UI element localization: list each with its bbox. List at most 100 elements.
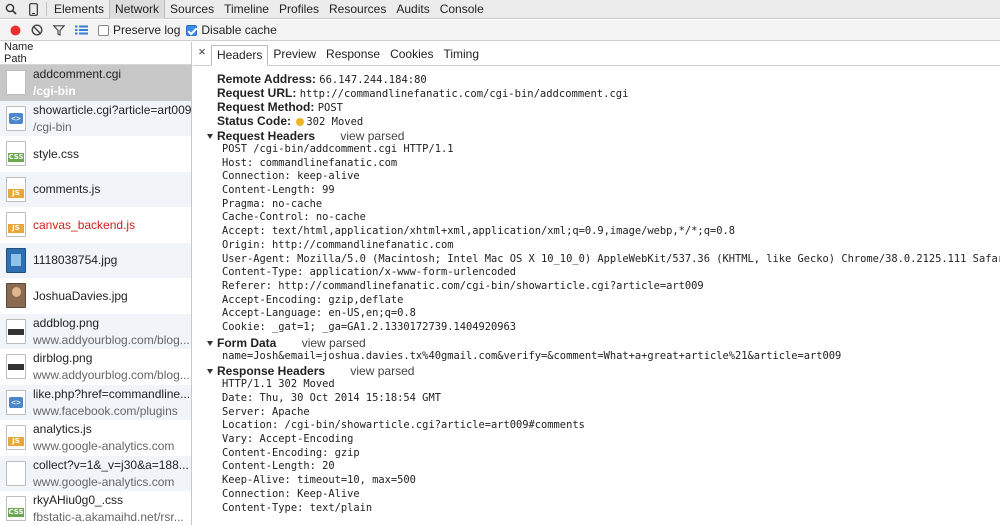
response-header-line: Server: Apache xyxy=(222,405,310,418)
request-name: dirblog.png xyxy=(33,351,93,366)
tab-response[interactable]: Response xyxy=(321,45,385,65)
request-name: 1118038754.jpg xyxy=(33,253,118,268)
request-row[interactable]: addblog.png www.addyourblog.com/blog... xyxy=(0,313,191,349)
request-name: analytics.js xyxy=(33,422,92,437)
image-thumbnail-icon xyxy=(6,354,26,380)
tab-console[interactable]: Console xyxy=(435,0,489,19)
request-name: collect?v=1&_v=j30&a=188... xyxy=(33,457,189,472)
view-parsed-link[interactable]: view parsed xyxy=(302,336,366,350)
filter-icon[interactable] xyxy=(48,20,70,41)
disable-cache-checkbox[interactable] xyxy=(186,24,198,36)
tab-audits[interactable]: Audits xyxy=(391,0,434,19)
request-header-line: Accept-Language: en-US,en;q=0.8 xyxy=(222,307,416,320)
html-document-icon: <> xyxy=(6,389,26,415)
remote-address-value: 66.147.244.184:80 xyxy=(319,74,427,86)
tab-resources[interactable]: Resources xyxy=(324,0,391,19)
tab-profiles[interactable]: Profiles xyxy=(274,0,324,19)
response-headers-title[interactable]: Response Headers xyxy=(217,364,325,378)
disable-cache-label[interactable]: Disable cache xyxy=(201,23,276,37)
tab-timing[interactable]: Timing xyxy=(438,45,484,65)
request-name: comments.js xyxy=(33,182,101,197)
tab-preview[interactable]: Preview xyxy=(268,45,321,65)
request-row[interactable]: JoshuaDavies.jpg xyxy=(0,278,191,314)
request-name: canvas_backend.js xyxy=(33,217,136,232)
preserve-log-checkbox[interactable] xyxy=(98,24,109,36)
request-detail-panel: × Headers Preview Response Cookies Timin… xyxy=(193,42,1000,525)
request-headers-title[interactable]: Request Headers xyxy=(217,129,315,143)
request-row[interactable]: <> like.php?href=commandline... www.faceb… xyxy=(0,384,191,420)
request-path: www.google-analytics.com xyxy=(33,474,175,489)
request-headers-section[interactable]: Request Headers view parsed xyxy=(193,129,1000,143)
request-row[interactable]: CSS rkyAHiu0g0_.css fbstatic-a.akamaihd.n… xyxy=(0,491,191,525)
js-file-icon: JS xyxy=(6,212,26,238)
request-method-value: POST xyxy=(317,102,343,114)
devtools-tab-bar: Elements Network Sources Timeline Profil… xyxy=(0,0,1000,19)
column-name-header[interactable]: Name xyxy=(4,42,187,54)
list-view-icon[interactable] xyxy=(70,20,92,41)
file-icon xyxy=(6,70,26,96)
request-name: showarticle.cgi?article=art009 xyxy=(33,102,191,117)
request-header-line: Cookie: _gat=1; _ga=GA1.2.1330172739.140… xyxy=(222,320,517,333)
response-header-line: Content-Type: text/plain xyxy=(222,501,373,514)
request-row[interactable]: JS analytics.js www.google-analytics.com xyxy=(0,420,191,456)
tab-sources[interactable]: Sources xyxy=(165,0,219,19)
request-header-line: Connection: keep-alive xyxy=(222,170,360,183)
form-data-title[interactable]: Form Data xyxy=(217,336,276,350)
status-code-row: Status Code: 302 Moved xyxy=(193,114,1000,128)
inspect-element-icon[interactable] xyxy=(0,0,22,19)
record-button[interactable] xyxy=(4,20,26,41)
request-name: JoshuaDavies.jpg xyxy=(33,288,128,303)
request-header-line: POST /cgi-bin/addcomment.cgi HTTP/1.1 xyxy=(222,143,454,155)
view-parsed-link[interactable]: view parsed xyxy=(350,364,414,378)
request-header-line: Content-Length: 99 xyxy=(222,184,335,197)
remote-address-label: Remote Address: xyxy=(217,72,316,86)
request-path: /cgi-bin xyxy=(33,84,76,99)
tab-timeline[interactable]: Timeline xyxy=(219,0,274,19)
device-mode-icon[interactable] xyxy=(22,0,44,19)
clear-button[interactable] xyxy=(26,20,48,41)
request-header-line: Accept-Encoding: gzip,deflate xyxy=(222,293,404,306)
request-header-line: Origin: http://commandlinefanatic.com xyxy=(222,238,454,251)
tab-cookies[interactable]: Cookies xyxy=(385,45,438,65)
request-path: www.addyourblog.com/blog... xyxy=(33,332,190,347)
request-path: fbstatic-a.akamaihd.net/rsr... xyxy=(33,510,184,525)
request-path: www.google-analytics.com xyxy=(33,439,175,454)
tab-headers[interactable]: Headers xyxy=(211,45,269,66)
disclosure-triangle-icon[interactable] xyxy=(207,134,213,139)
response-header-line: Keep-Alive: timeout=10, max=500 xyxy=(222,474,416,487)
remote-address-row: Remote Address: 66.147.244.184:80 xyxy=(193,72,1000,86)
response-headers-section[interactable]: Response Headers view parsed xyxy=(193,364,1000,378)
request-row[interactable]: JS canvas_backend.js xyxy=(0,207,191,243)
image-thumbnail-icon xyxy=(6,247,26,273)
disclosure-triangle-icon[interactable] xyxy=(207,369,213,375)
request-row[interactable]: dirblog.png www.addyourblog.com/blog... xyxy=(0,349,191,385)
form-data-line: name=Josh&email=joshua.davies.tx%40gmail… xyxy=(222,349,842,362)
request-header-line: Host: commandlinefanatic.com xyxy=(222,156,398,169)
request-row[interactable]: JS comments.js xyxy=(0,171,191,207)
tab-network[interactable]: Network xyxy=(109,0,166,19)
close-icon[interactable]: × xyxy=(193,42,211,65)
request-header-line: Accept: text/html,application/xhtml+xml,… xyxy=(222,225,735,238)
disclosure-triangle-icon[interactable] xyxy=(207,340,213,346)
request-name: style.css xyxy=(33,146,80,161)
form-data-section[interactable]: Form Data view parsed xyxy=(193,336,1000,350)
request-list: Name Path addcomment.cgi/cgi-bin <> show… xyxy=(0,42,192,525)
request-list-header[interactable]: Name Path xyxy=(0,42,191,65)
detail-tab-bar: × Headers Preview Response Cookies Timin… xyxy=(193,42,1000,66)
request-row[interactable]: 1118038754.jpg xyxy=(0,242,191,278)
status-dot-icon xyxy=(296,118,305,126)
request-row[interactable]: collect?v=1&_v=j30&a=188... www.google-an… xyxy=(0,455,191,491)
js-file-icon: JS xyxy=(6,425,26,451)
request-headers-list: POST /cgi-bin/addcomment.cgi HTTP/1.1 Hos… xyxy=(193,143,1000,335)
request-row[interactable]: <> showarticle.cgi?article=art009/cgi-bi… xyxy=(0,100,191,136)
tab-elements[interactable]: Elements xyxy=(49,0,109,19)
preserve-log-label[interactable]: Preserve log xyxy=(113,23,180,37)
response-header-line: Content-Length: 20 xyxy=(222,460,335,473)
request-row[interactable]: CSS style.css xyxy=(0,136,191,172)
request-name: addcomment.cgi xyxy=(33,67,122,82)
image-thumbnail-icon xyxy=(6,318,26,344)
request-row[interactable]: addcomment.cgi/cgi-bin xyxy=(0,65,191,101)
request-header-line: User-Agent: Mozilla/5.0 (Macintosh; Inte… xyxy=(222,252,1000,265)
view-parsed-link[interactable]: view parsed xyxy=(340,129,404,143)
request-url-label: Request URL: xyxy=(217,86,297,100)
